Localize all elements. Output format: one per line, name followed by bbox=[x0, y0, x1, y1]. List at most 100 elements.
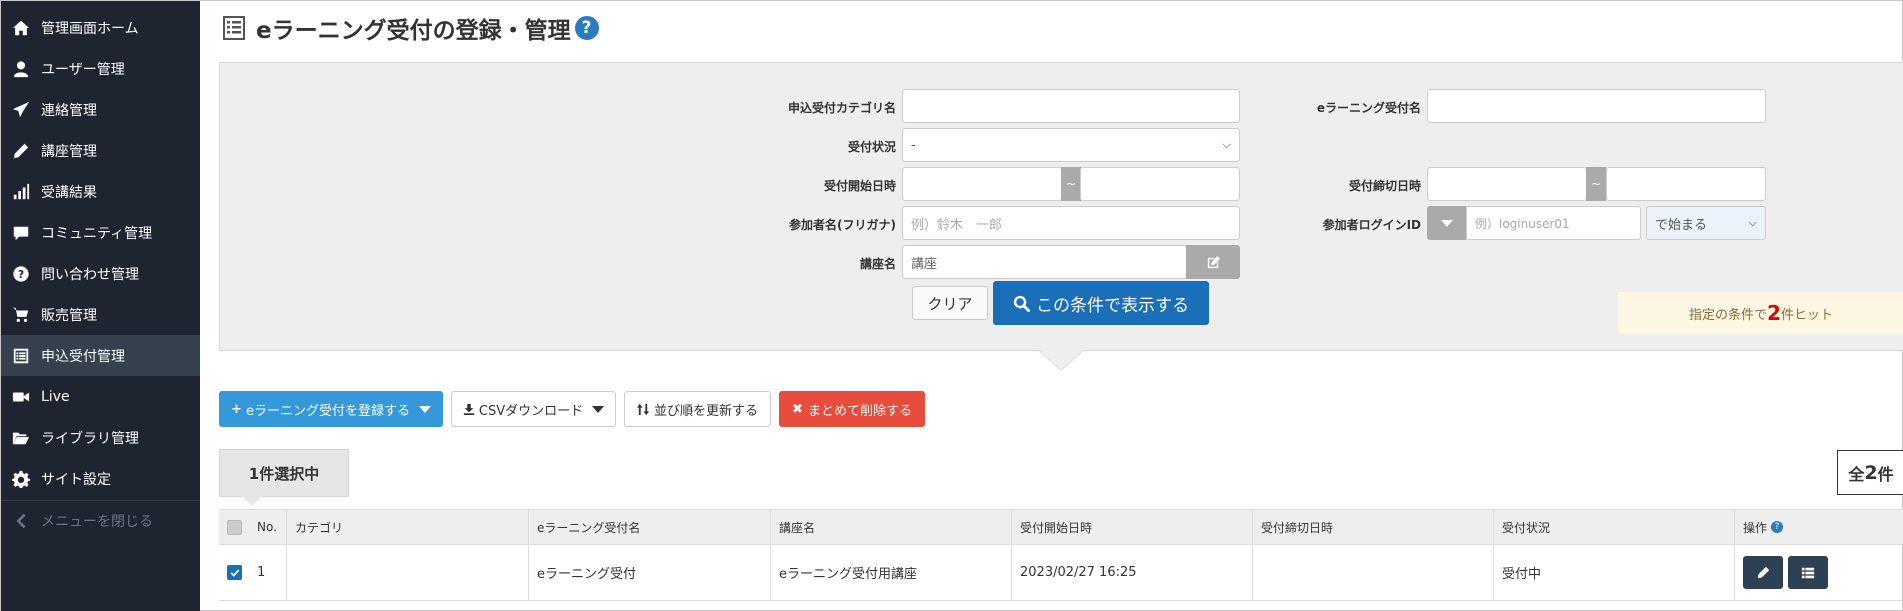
search-submit-button[interactable]: この条件で表示する bbox=[993, 281, 1209, 325]
status-select[interactable]: - ⌵ bbox=[902, 128, 1240, 162]
sidebar-item-library[interactable]: ライブラリ管理 bbox=[1, 417, 200, 458]
folder-open-icon bbox=[11, 428, 31, 448]
table-row[interactable]: 1 eラーニング受付 eラーニング受付用講座 2023/02/27 16:25 … bbox=[219, 545, 1903, 601]
sidebar-item-community[interactable]: コミュニティ管理 bbox=[1, 212, 200, 253]
detail-list-button[interactable] bbox=[1788, 556, 1828, 589]
sidebar-item-results[interactable]: 受講結果 bbox=[1, 171, 200, 212]
sidebar-item-label: 販売管理 bbox=[41, 307, 97, 324]
sidebar-item-label: ライブラリ管理 bbox=[41, 430, 139, 447]
col-ops-label: 操作 bbox=[1743, 520, 1768, 535]
col-ops: 操作 ? bbox=[1734, 510, 1903, 544]
sidebar-item-sales[interactable]: 販売管理 bbox=[1, 294, 200, 335]
sidebar-item-label: 申込受付管理 bbox=[41, 348, 125, 365]
sidebar-item-settings[interactable]: サイト設定 bbox=[1, 458, 200, 499]
col-name: eラーニング受付名 bbox=[528, 510, 770, 544]
hit-count: 2 bbox=[1767, 301, 1781, 325]
chevron-down-icon: ⌵ bbox=[1748, 216, 1757, 229]
course-select-button[interactable] bbox=[1186, 245, 1240, 279]
csv-download-button[interactable]: CSVダウンロード bbox=[451, 391, 616, 427]
edit-button[interactable] bbox=[1743, 556, 1783, 589]
plus-icon: + bbox=[231, 401, 242, 417]
register-label: eラーニング受付を登録する bbox=[245, 403, 410, 419]
bulk-delete-label: まとめて削除する bbox=[807, 403, 912, 419]
select-all-cell bbox=[219, 510, 249, 544]
start-date-from-input[interactable] bbox=[902, 167, 1062, 201]
list-alt-icon bbox=[222, 15, 246, 41]
cell-name: eラーニング受付 bbox=[528, 545, 770, 600]
total-suffix: 件 bbox=[1877, 464, 1894, 484]
page-title-text: eラーニング受付の登録・管理 bbox=[256, 18, 571, 44]
start-date-label: 受付開始日時 bbox=[823, 179, 896, 193]
cell-status: 受付中 bbox=[1493, 545, 1734, 600]
total-count: 全2件 bbox=[1837, 450, 1903, 495]
sidebar-item-live[interactable]: Live bbox=[1, 376, 200, 417]
cell-start: 2023/02/27 16:25 bbox=[1011, 545, 1252, 600]
help-icon[interactable]: ? bbox=[1771, 521, 1784, 533]
results-table: No. カテゴリ eラーニング受付名 講座名 受付開始日時 受付締切日時 受付状… bbox=[219, 509, 1903, 601]
total-number: 2 bbox=[1864, 461, 1878, 484]
kana-label: 参加者名(フリガナ) bbox=[789, 218, 896, 232]
home-icon bbox=[11, 18, 31, 38]
col-course: 講座名 bbox=[770, 510, 1011, 544]
collapse-menu-button[interactable]: メニューを閉じる bbox=[1, 500, 200, 541]
hit-count-message: 指定の条件で 2 件ヒット bbox=[1618, 292, 1903, 334]
sidebar-item-label: ユーザー管理 bbox=[41, 61, 125, 78]
match-mode-select[interactable]: で始まる ⌵ bbox=[1646, 206, 1766, 240]
pencil-icon bbox=[11, 141, 31, 161]
list-alt-icon bbox=[11, 346, 31, 366]
pencil-icon bbox=[1757, 566, 1769, 579]
update-sort-button[interactable]: 並び順を更新する bbox=[624, 391, 771, 427]
login-id-input[interactable]: 例）loginuser01 bbox=[1466, 206, 1641, 240]
sidebar-item-label: 受講結果 bbox=[41, 184, 97, 201]
main-content: eラーニング受付の登録・管理 ? 申込受付カテゴリ名 eラーニング受付名 受付状… bbox=[201, 1, 1903, 611]
update-sort-label: 並び順を更新する bbox=[653, 403, 758, 419]
sidebar-item-label: コミュニティ管理 bbox=[41, 225, 153, 242]
row-select-cell bbox=[219, 545, 249, 600]
end-date-from-input[interactable] bbox=[1427, 167, 1587, 201]
start-date-separator: ~ bbox=[1061, 167, 1081, 201]
bar-chart-icon bbox=[11, 182, 31, 202]
sidebar-item-applications[interactable]: 申込受付管理 bbox=[1, 335, 200, 376]
paper-plane-icon bbox=[11, 100, 31, 120]
col-start: 受付開始日時 bbox=[1011, 510, 1252, 544]
search-panel-pointer bbox=[1039, 350, 1083, 370]
caret-down-icon bbox=[1441, 219, 1453, 227]
sidebar-item-label: Live bbox=[41, 388, 70, 405]
login-id-mode-dropdown[interactable] bbox=[1427, 206, 1467, 240]
col-end: 受付締切日時 bbox=[1252, 510, 1493, 544]
chevron-left-icon bbox=[11, 511, 31, 531]
gear-icon bbox=[11, 469, 31, 489]
sidebar-item-label: サイト設定 bbox=[41, 471, 111, 488]
sidebar-item-label: 問い合わせ管理 bbox=[41, 266, 139, 283]
cell-course: eラーニング受付用講座 bbox=[770, 545, 1011, 600]
col-status: 受付状況 bbox=[1493, 510, 1734, 544]
row-checkbox[interactable] bbox=[227, 565, 242, 580]
selected-count: 1件選択中 bbox=[219, 449, 349, 497]
end-date-to-input[interactable] bbox=[1606, 167, 1766, 201]
sidebar-item-inquiries[interactable]: ? 問い合わせ管理 bbox=[1, 253, 200, 294]
status-select-value: - bbox=[911, 137, 916, 153]
cell-end bbox=[1252, 545, 1493, 600]
csv-download-label: CSVダウンロード bbox=[478, 403, 584, 419]
total-prefix: 全 bbox=[1848, 464, 1865, 484]
bulk-delete-button[interactable]: ✖ まとめて削除する bbox=[779, 391, 925, 427]
course-label: 講座名 bbox=[859, 257, 896, 271]
sidebar-item-home[interactable]: 管理画面ホーム bbox=[1, 7, 200, 48]
cell-ops bbox=[1734, 545, 1903, 600]
name-input[interactable] bbox=[1427, 89, 1766, 123]
clear-button[interactable]: クリア bbox=[912, 286, 988, 320]
register-button[interactable]: + eラーニング受付を登録する bbox=[219, 391, 443, 427]
sidebar-item-users[interactable]: ユーザー管理 bbox=[1, 48, 200, 89]
caret-down-icon bbox=[592, 405, 605, 413]
collapse-menu-label: メニューを閉じる bbox=[41, 514, 153, 530]
login-id-label: 参加者ログインID bbox=[1322, 218, 1421, 232]
sort-icon bbox=[636, 403, 650, 415]
sidebar-item-messages[interactable]: 連絡管理 bbox=[1, 89, 200, 130]
help-icon[interactable]: ? bbox=[574, 16, 599, 40]
course-input[interactable]: 講座 bbox=[902, 245, 1188, 279]
cell-category bbox=[286, 545, 528, 600]
select-all-checkbox[interactable] bbox=[227, 519, 242, 535]
search-submit-label: この条件で表示する bbox=[1036, 295, 1189, 316]
table-header: No. カテゴリ eラーニング受付名 講座名 受付開始日時 受付締切日時 受付状… bbox=[219, 509, 1903, 545]
sidebar-item-courses[interactable]: 講座管理 bbox=[1, 130, 200, 171]
